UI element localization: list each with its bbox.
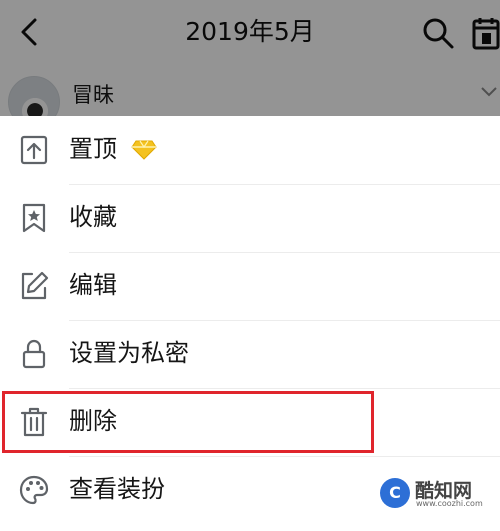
menu-item-label: 设置为私密 (69, 339, 189, 367)
edit-pencil-icon (21, 271, 49, 300)
menu-item-label: 编辑 (69, 271, 117, 299)
trash-icon (20, 407, 48, 437)
menu-item-delete[interactable]: 删除 (0, 388, 500, 456)
menu-item-label: 查看装扮 (69, 475, 165, 503)
diamond-icon (131, 140, 157, 160)
watermark-url: www.coozhi.com (416, 499, 483, 508)
menu-item-label: 删除 (69, 407, 117, 435)
menu-item-favorite[interactable]: 收藏 (0, 184, 500, 252)
menu-item-set-private[interactable]: 设置为私密 (0, 320, 500, 388)
menu-item-label: 置顶 (69, 135, 117, 163)
palette-icon (19, 475, 49, 505)
menu-item-edit[interactable]: 编辑 (0, 252, 500, 320)
watermark-logo-icon: C (380, 478, 410, 508)
bookmark-star-icon (22, 203, 46, 233)
watermark-logo: C 酷知网 www.coozhi.com (380, 476, 496, 510)
lock-icon (22, 339, 46, 369)
pin-to-top-icon (20, 135, 48, 165)
menu-item-label: 收藏 (69, 203, 117, 231)
menu-item-pin-top[interactable]: 置顶 (0, 116, 500, 184)
action-sheet: 置顶 收藏 编辑 设置为私密 删除 查看装扮 (0, 116, 500, 531)
